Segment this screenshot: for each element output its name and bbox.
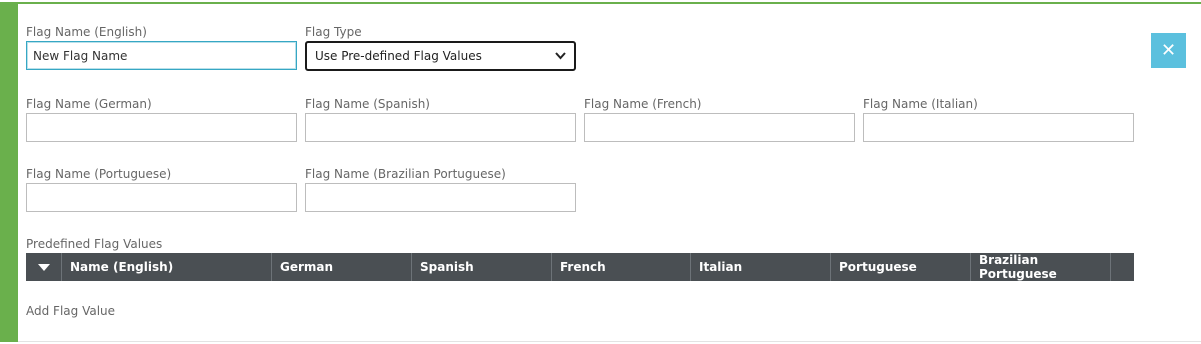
triangle-down-icon (37, 263, 50, 271)
column-header-spanish[interactable]: Spanish (412, 253, 552, 281)
close-button[interactable]: ✕ (1151, 33, 1186, 68)
flag-editor-panel: Flag Name (English) Flag Type Use Pre-de… (0, 0, 1201, 344)
spanish-name-input[interactable] (305, 113, 576, 142)
chevron-down-icon (555, 49, 566, 63)
collapse-toggle-button[interactable] (26, 253, 62, 281)
portuguese-name-label: Flag Name (Portuguese) (26, 167, 172, 181)
english-name-label: Flag Name (English) (26, 25, 147, 39)
english-name-input[interactable] (26, 41, 297, 70)
values-table-header: Name (English) German Spanish French Ita… (26, 253, 1134, 281)
column-header-italian[interactable]: Italian (691, 253, 831, 281)
panel-top-border (0, 2, 1201, 4)
german-name-input[interactable] (26, 113, 297, 142)
flag-type-selected-value: Use Pre-defined Flag Values (315, 49, 482, 63)
flag-type-select[interactable]: Use Pre-defined Flag Values (305, 41, 576, 71)
close-icon: ✕ (1160, 40, 1177, 61)
column-header-spacer (1111, 253, 1134, 281)
flag-type-label: Flag Type (305, 25, 362, 39)
add-flag-value-link[interactable]: Add Flag Value (26, 304, 115, 318)
column-header-portuguese[interactable]: Portuguese (831, 253, 971, 281)
french-name-input[interactable] (584, 113, 855, 142)
brazilian-portuguese-name-input[interactable] (305, 183, 576, 212)
french-name-label: Flag Name (French) (584, 97, 702, 111)
german-name-label: Flag Name (German) (26, 97, 152, 111)
italian-name-input[interactable] (863, 113, 1134, 142)
column-header-german[interactable]: German (272, 253, 412, 281)
panel-left-accent (0, 2, 18, 342)
italian-name-label: Flag Name (Italian) (863, 97, 978, 111)
column-header-brazilian-portuguese[interactable]: Brazilian Portuguese (971, 253, 1111, 281)
portuguese-name-input[interactable] (26, 183, 297, 212)
spanish-name-label: Flag Name (Spanish) (305, 97, 430, 111)
predefined-values-title: Predefined Flag Values (26, 237, 163, 251)
brazilian-portuguese-name-label: Flag Name (Brazilian Portuguese) (305, 167, 506, 181)
column-header-french[interactable]: French (552, 253, 691, 281)
column-header-english[interactable]: Name (English) (62, 253, 272, 281)
panel-bottom-divider (18, 341, 1201, 342)
